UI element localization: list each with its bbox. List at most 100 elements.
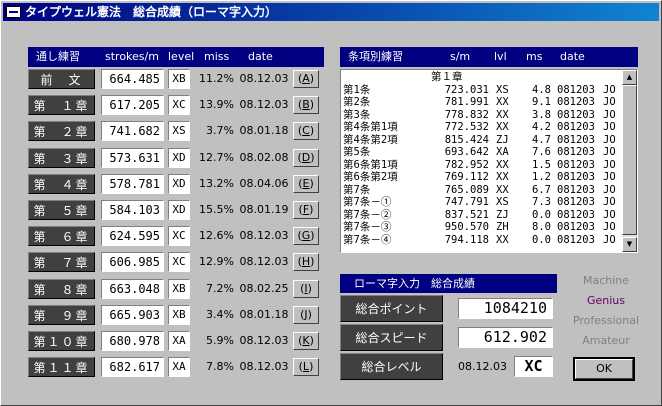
article-date: 081203 [557, 108, 595, 121]
chapter-9-button[interactable]: (I) [293, 279, 319, 298]
list-item[interactable]: 第7条－① 747.791 XS 7.3 081203 JO [343, 196, 621, 209]
article-lvl: XA [496, 146, 509, 158]
article-ms: 7.3 [532, 196, 551, 208]
date-value: 08.01.18 [239, 307, 289, 321]
article-name: 第5条 [343, 146, 371, 158]
list-item[interactable]: 第4条第1項 772.532 XX 4.2 081203 JO [343, 121, 621, 134]
level-value: XB [168, 278, 190, 299]
chapter-10-button[interactable]: (J) [293, 305, 319, 324]
miss-value: 12.7% [199, 150, 234, 164]
article-mode: JO [603, 121, 616, 133]
app-icon[interactable] [6, 6, 21, 18]
miss-value: 7.2% [206, 281, 234, 295]
article-date: 081203 [557, 183, 595, 196]
points-value: 1084210 [458, 298, 553, 319]
article-date: 081203 [557, 233, 595, 246]
speed-value: 612.902 [458, 327, 553, 348]
article-name: 第6条第1項 [343, 158, 398, 171]
list-item[interactable]: 第3条 778.832 XX 3.8 081203 JO [343, 109, 621, 122]
list-heading[interactable]: 第１章 [343, 71, 621, 84]
scroll-thumb[interactable] [622, 85, 637, 235]
list-item[interactable]: 第6条第2項 769.112 XX 1.2 081203 JO [343, 171, 621, 184]
chapter-label: 第 ４章 [28, 173, 95, 194]
ok-button[interactable]: OK [573, 357, 635, 381]
chapter-row: 第１１章 682.617 XA 7.8% 08.12.03 (L) [28, 357, 324, 378]
chapter-6-button[interactable]: (F) [293, 201, 319, 219]
article-name: 第4条第2項 [343, 133, 398, 146]
article-lvl: XX [496, 96, 509, 108]
date-value: 08.12.03 [239, 360, 289, 374]
level-value: XD [168, 200, 190, 220]
article-ms: 6.7 [532, 183, 551, 196]
chapter-11-button[interactable]: (K) [293, 332, 319, 350]
chapter-8-button[interactable]: (H) [293, 253, 319, 272]
article-lvl: XX [496, 171, 509, 183]
title-bar[interactable]: タイプウェル憲法 総合成績（ローマ字入力） [3, 3, 659, 21]
article-date: 081203 [557, 221, 595, 233]
miss-header: miss [204, 50, 230, 63]
miss-value: 5.9% [206, 334, 234, 347]
article-name: 第7条 [343, 183, 371, 196]
list-scrollbar[interactable]: ▲ ▼ [622, 70, 637, 252]
level-label: 総合レベル [340, 353, 443, 380]
points-row: 総合ポイント 1084210 [340, 295, 557, 322]
article-mode: JO [603, 233, 616, 246]
article-mode: JO [603, 208, 616, 221]
chapter-row: 第 ５章 584.103 XD 15.5% 08.01.19 (F) [28, 200, 324, 220]
article-date: 081203 [557, 171, 595, 183]
level-value: XC [168, 95, 190, 116]
article-ms: 3.8 [532, 108, 551, 121]
article-name: 第7条－④ [343, 233, 392, 246]
speed-row: 総合スピード 612.902 [340, 324, 557, 351]
level-value: XA [168, 357, 190, 378]
level-value: XD [168, 147, 190, 168]
miss-value: 7.8% [206, 360, 234, 374]
article-mode: JO [603, 133, 616, 146]
date-value: 08.02.25 [239, 281, 289, 295]
article-listbox[interactable]: 第１章 第1条 723.031 XS 4.8 081203 JO 第2条 781.991 XX 9… [340, 69, 638, 253]
shortcut-key: K [302, 334, 310, 347]
article-sm: 781.991 [444, 96, 489, 108]
date-value: 08.04.06 [239, 176, 289, 190]
mode-professional[interactable]: Professional [566, 311, 646, 331]
list-item[interactable]: 第7条－③ 950.570 ZH 8.0 081203 JO [343, 221, 621, 234]
scroll-down-button[interactable]: ▼ [622, 237, 637, 252]
article-sm: 837.521 [444, 208, 489, 221]
chapter-4-button[interactable]: (D) [293, 148, 319, 167]
chapter-row: 第 ３章 573.631 XD 12.7% 08.02.08 (D) [28, 147, 324, 168]
article-mode: JO [603, 158, 616, 171]
mode-machine[interactable]: Machine [566, 271, 646, 291]
chapter-1-button[interactable]: (A) [293, 70, 319, 88]
mode-amateur[interactable]: Amateur [566, 331, 646, 351]
strokes-value: 606.985 [101, 252, 164, 273]
main-window: タイプウェル憲法 総合成績（ローマ字入力） 通し練習 strokes/m lev… [0, 0, 662, 406]
mode-genius[interactable]: Genius [566, 291, 646, 311]
overall-summary: ローマ字入力 総合成績 総合ポイント 1084210 総合スピード 612.90… [340, 274, 557, 382]
chapter-5-button[interactable]: (E) [293, 174, 319, 193]
list-item[interactable]: 第6条第1項 782.952 XX 1.5 081203 JO [343, 159, 621, 172]
lvl-header: lvl [494, 50, 507, 63]
miss-value: 13.9% [199, 98, 234, 112]
article-date: 081203 [557, 196, 595, 208]
article-sm: 950.570 [444, 221, 489, 233]
chapter-12-button[interactable]: (L) [293, 358, 319, 377]
article-sm: 782.952 [444, 158, 489, 171]
list-item[interactable]: 第7条 765.089 XX 6.7 081203 JO [343, 184, 621, 197]
list-item[interactable]: 第7条－② 837.521 ZJ 0.0 081203 JO [343, 209, 621, 222]
article-lvl: ZJ [496, 133, 509, 146]
chapter-3-button[interactable]: (C) [293, 122, 319, 141]
article-ms: 4.7 [532, 133, 551, 146]
article-date: 081203 [557, 133, 595, 146]
chapter-2-button[interactable]: (B) [293, 96, 319, 115]
list-item[interactable]: 第1条 723.031 XS 4.8 081203 JO [343, 84, 621, 97]
chapter-row: 第 ４章 578.781 XD 13.2% 08.04.06 (E) [28, 173, 324, 194]
list-item[interactable]: 第4条第2項 815.424 ZJ 4.7 081203 JO [343, 134, 621, 147]
list-item[interactable]: 第5条 693.642 XA 7.6 081203 JO [343, 146, 621, 159]
scroll-up-button[interactable]: ▲ [622, 70, 637, 85]
strokes-value: 584.103 [101, 200, 164, 220]
miss-value: 11.2% [199, 72, 234, 85]
list-item[interactable]: 第7条－④ 794.118 XX 0.0 081203 JO [343, 234, 621, 247]
chapter-7-button[interactable]: (G) [293, 227, 319, 246]
chapter-label: 第 １章 [28, 95, 95, 116]
list-item[interactable]: 第2条 781.991 XX 9.1 081203 JO [343, 96, 621, 109]
